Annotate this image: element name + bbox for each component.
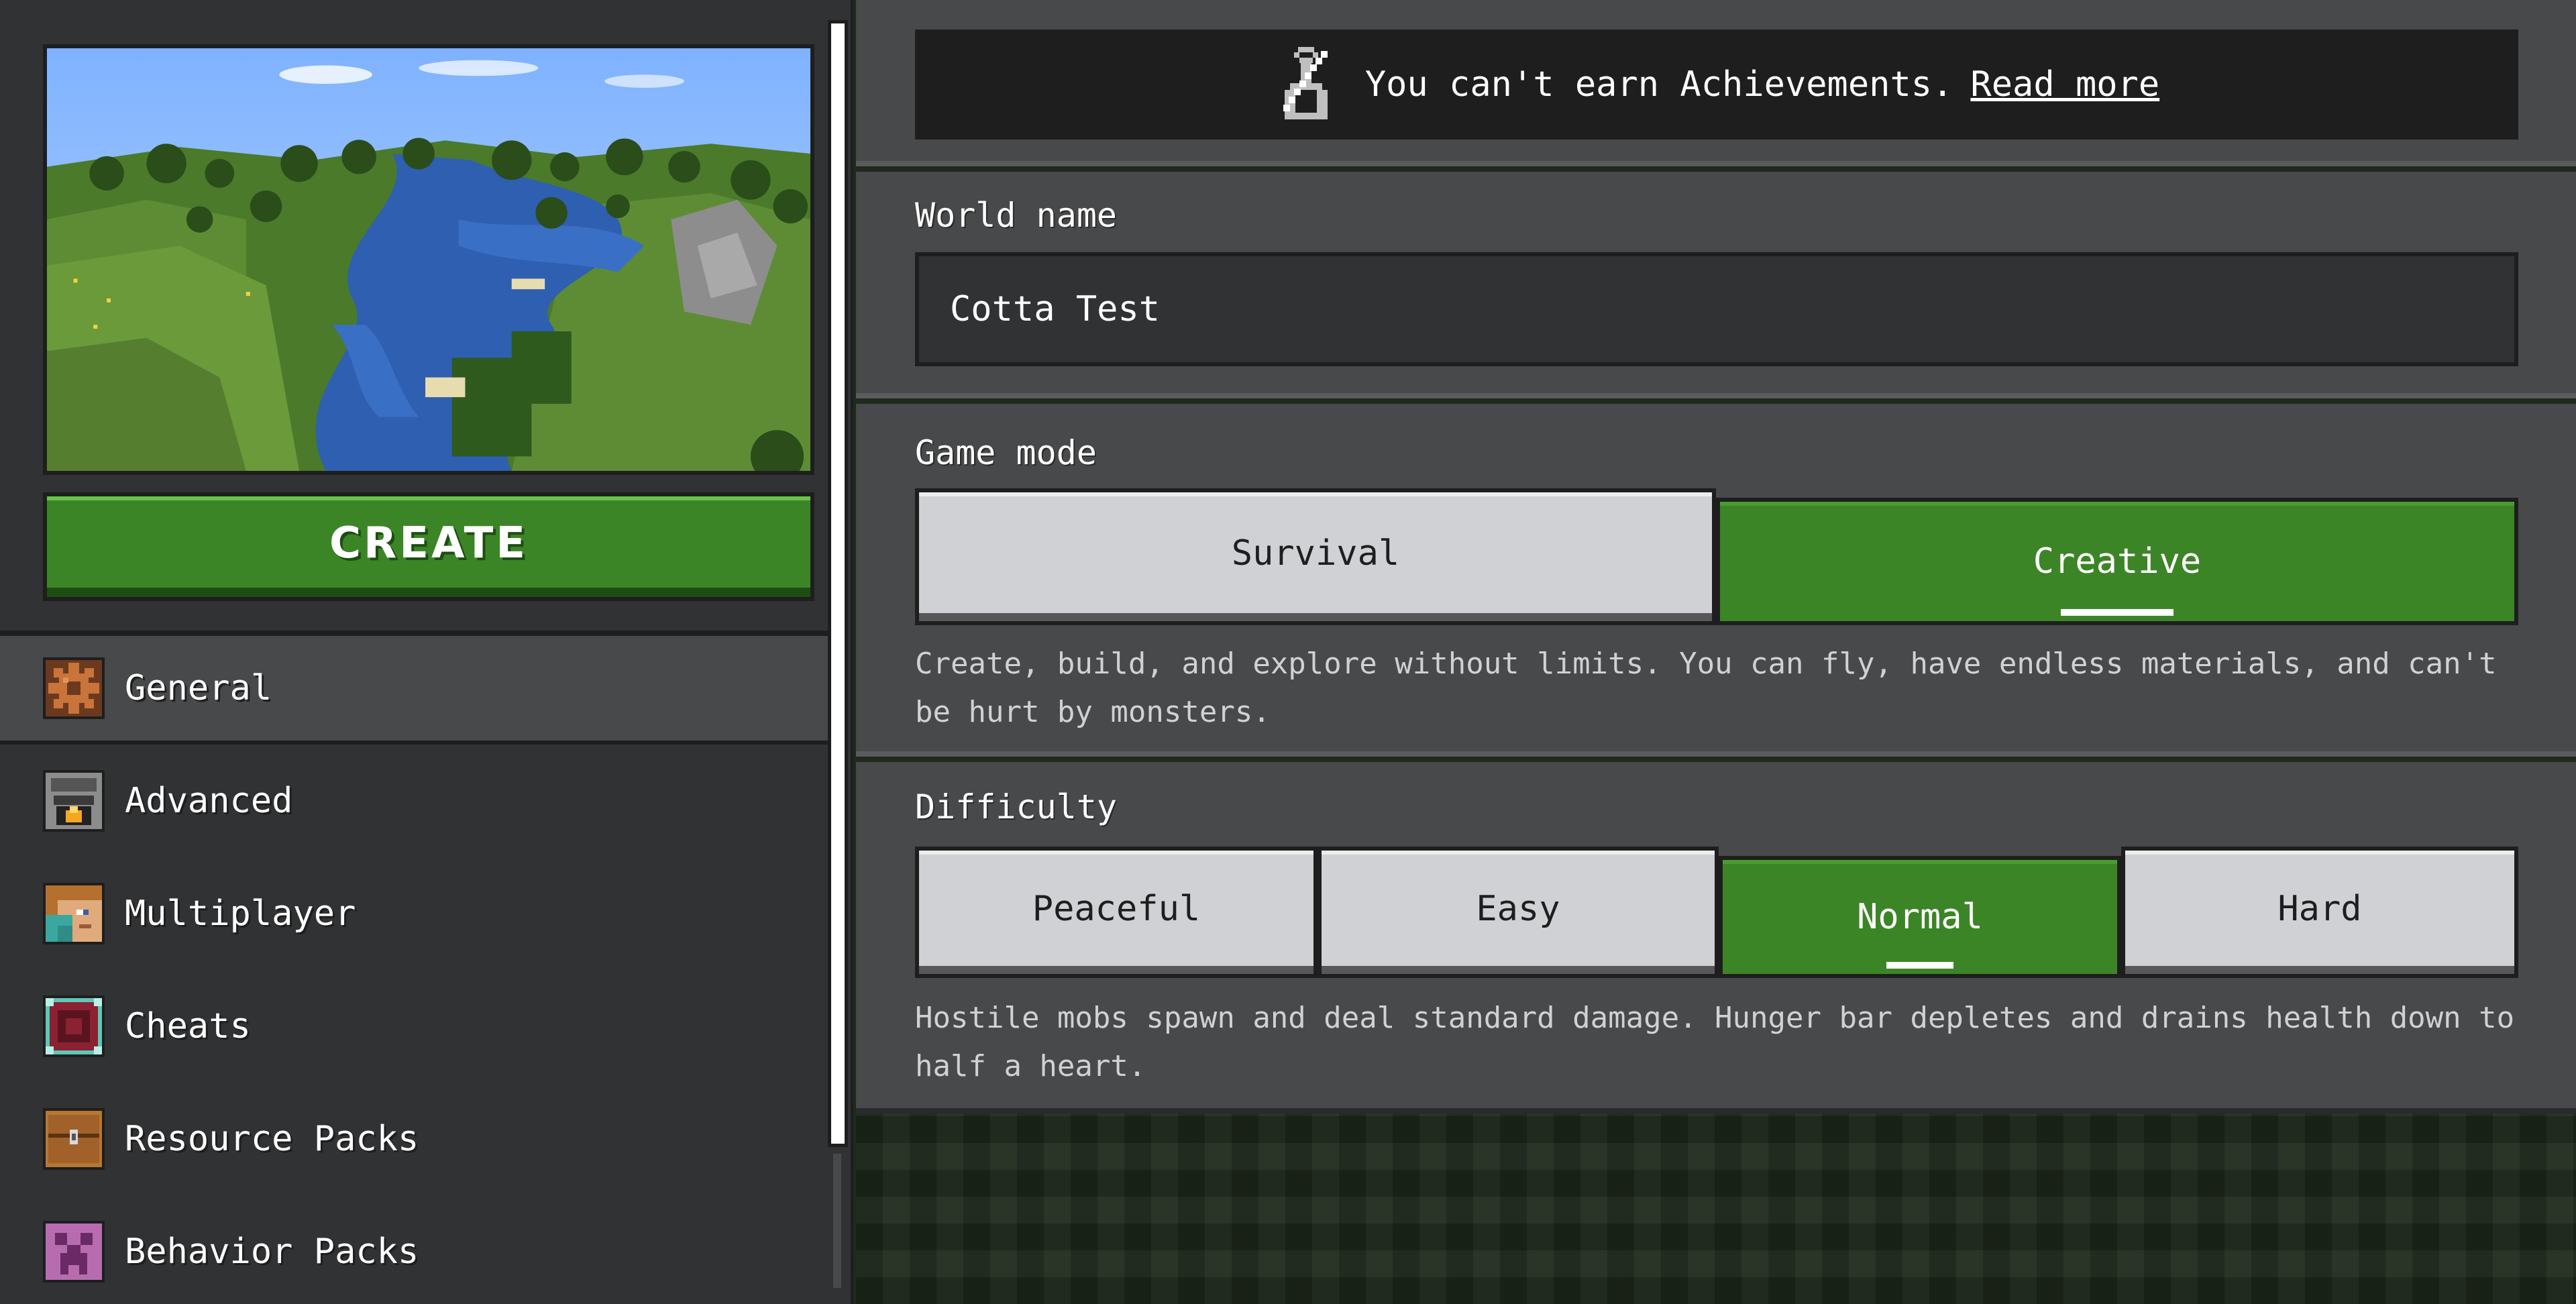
world-name-section: World name (856, 172, 2576, 398)
sidebar-item-resource-packs[interactable]: Resource Packs (0, 1083, 828, 1195)
settings-panel: You can't earn Achievements. Read more W… (856, 0, 2576, 1304)
read-more-link[interactable]: Read more (1970, 64, 2159, 105)
survival-button[interactable]: Survival (915, 488, 1716, 625)
game-mode-section: Game mode Survival Creative Create, buil… (856, 404, 2576, 757)
furnace-icon (43, 770, 105, 832)
peaceful-button[interactable]: Peaceful (915, 847, 1318, 978)
background-terrain (856, 1113, 2576, 1304)
selected-indicator (2061, 609, 2174, 616)
sidebar-item-label: Cheats (125, 1006, 251, 1046)
create-world-screen: CREATE General Advanced Multiplayer Chea… (0, 0, 2576, 1304)
sidebar-item-cheats[interactable]: Cheats (0, 970, 828, 1083)
sidebar-item-general[interactable]: General (0, 636, 828, 745)
sidebar-item-behavior-packs[interactable]: Behavior Packs (0, 1195, 828, 1304)
sidebar-nav: General Advanced Multiplayer Cheats Reso… (0, 636, 828, 1304)
difficulty-section: Difficulty Peaceful Easy Normal Hard Hos… (856, 762, 2576, 1113)
sidebar-item-label: Advanced (125, 781, 293, 821)
world-name-input[interactable] (915, 252, 2518, 366)
creative-button[interactable]: Creative (1716, 498, 2518, 625)
achievements-warning-text: You can't earn Achievements. (1364, 64, 1953, 105)
player-face-icon (43, 883, 105, 944)
creative-button-label: Creative (2033, 541, 2202, 582)
create-button[interactable]: CREATE (43, 492, 814, 601)
hard-button[interactable]: Hard (2121, 847, 2518, 978)
achievements-banner: You can't earn Achievements. Read more (915, 30, 2518, 140)
create-button-label: CREATE (329, 519, 528, 568)
scrollbar-lower-track (833, 1154, 841, 1288)
easy-button[interactable]: Easy (1318, 847, 1719, 978)
sidebar-item-label: Resource Packs (125, 1119, 419, 1159)
sidebar-item-multiplayer[interactable]: Multiplayer (0, 857, 828, 970)
hard-button-label: Hard (2277, 889, 2362, 929)
sidebar-item-label: Multiplayer (125, 893, 356, 934)
chest-icon (43, 1108, 105, 1170)
survival-button-label: Survival (1231, 533, 1400, 574)
easy-button-label: Easy (1476, 889, 1560, 929)
difficulty-description: Hostile mobs spawn and deal standard dam… (915, 1001, 2515, 1083)
achievements-section: You can't earn Achievements. Read more (856, 0, 2576, 166)
game-mode-description: Create, build, and explore without limit… (915, 647, 2497, 729)
gear-icon (43, 657, 105, 719)
sidebar-item-label: Behavior Packs (125, 1232, 419, 1272)
world-preview-image (43, 44, 814, 475)
creeper-icon (43, 1221, 105, 1283)
peaceful-button-label: Peaceful (1032, 889, 1201, 929)
sidebar-item-advanced[interactable]: Advanced (0, 745, 828, 857)
sidebar: CREATE General Advanced Multiplayer Chea… (0, 0, 853, 1304)
selected-indicator (1886, 962, 1953, 969)
scrollbar-thumb[interactable] (828, 20, 848, 1147)
sidebar-divider (0, 631, 828, 636)
game-mode-label: Game mode (915, 433, 1097, 472)
world-name-label: World name (915, 196, 1118, 235)
normal-button-label: Normal (1857, 897, 1983, 937)
sidebar-item-label: General (125, 668, 272, 708)
difficulty-label: Difficulty (915, 787, 1118, 826)
normal-button[interactable]: Normal (1719, 856, 2121, 978)
command-block-icon (43, 995, 105, 1057)
no-achievements-icon (1283, 47, 1328, 119)
